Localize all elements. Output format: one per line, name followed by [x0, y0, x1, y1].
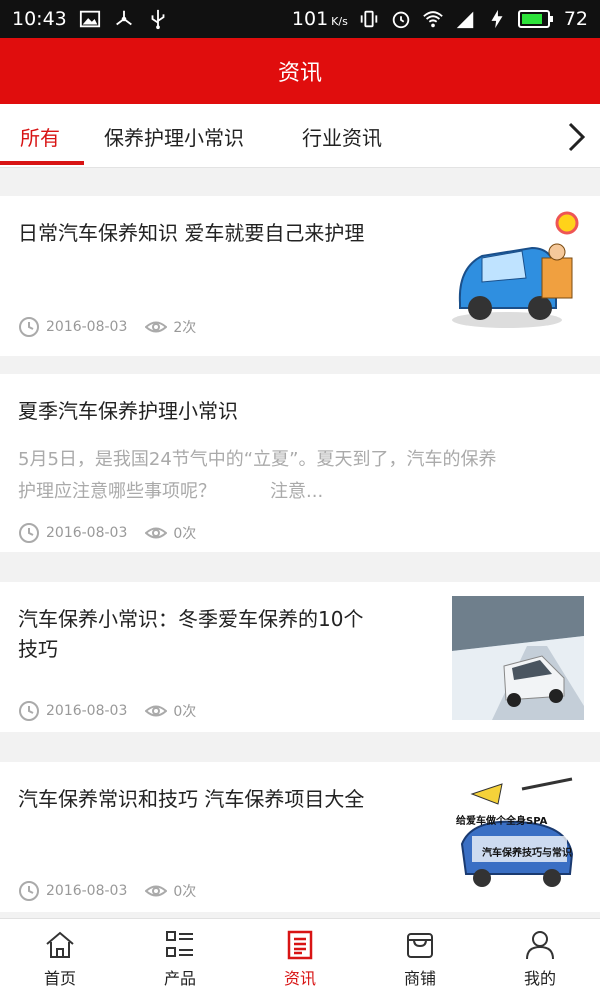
app-screen: 10:43 101 K/s 72 资讯 所有 保养护理小常识 行业资讯 日常汽车…	[0, 0, 600, 1000]
wifi-icon	[423, 11, 443, 28]
nav-me[interactable]: 我的	[480, 919, 600, 1000]
nav-shop[interactable]: 商铺	[360, 919, 480, 1000]
nav-label: 产品	[163, 969, 196, 988]
article-views: 0次	[173, 526, 197, 542]
active-tab-indicator	[0, 161, 84, 165]
nav-label: 首页	[43, 969, 76, 988]
tab-industry-news[interactable]: 行业资讯	[302, 104, 382, 168]
thumb-caption-2: 汽车保养技巧与常识	[482, 846, 572, 859]
article-thumbnail	[452, 596, 584, 720]
signal-icon	[456, 11, 474, 29]
clock-icon	[19, 523, 39, 543]
article-title: 汽车保养小常识：冬季爱车保养的10个 技巧	[18, 607, 364, 661]
page-header: 资讯	[0, 38, 600, 104]
tab-maintenance-tips[interactable]: 保养护理小常识	[104, 104, 244, 168]
share-icon	[115, 10, 132, 26]
article-summary: 5月5日，是我国24节气中的“立夏”。夏天到了，汽车的保养 护理应注意哪些事项呢…	[18, 449, 497, 502]
charging-icon	[491, 9, 503, 29]
clock-icon	[19, 881, 39, 901]
article-date: 2016-08-03	[46, 319, 128, 335]
user-icon	[526, 931, 554, 960]
shop-icon	[407, 933, 433, 958]
battery-level: 72	[563, 8, 588, 30]
bottom-nav: 首页 产品 资讯 商铺 我的	[0, 918, 600, 1000]
article-date: 2016-08-03	[46, 525, 128, 541]
clock-icon	[19, 317, 39, 337]
nav-products[interactable]: 产品	[120, 919, 240, 1000]
home-icon	[46, 931, 74, 958]
eye-icon	[145, 527, 168, 539]
status-bar: 10:43 101 K/s 72	[0, 0, 600, 38]
nav-news[interactable]: 资讯	[240, 919, 360, 1000]
article-thumbnail: 给爱车做个全身SPA 汽车保养技巧与常识	[452, 774, 584, 898]
clock-icon	[19, 701, 39, 721]
article-card[interactable]: 夏季汽车保养护理小常识 5月5日，是我国24节气中的“立夏”。夏天到了，汽车的保…	[0, 374, 600, 552]
article-date: 2016-08-03	[46, 883, 128, 899]
news-icon	[287, 930, 313, 960]
eye-icon	[145, 321, 168, 333]
article-meta: 2016-08-03 0次	[18, 700, 196, 722]
battery-icon	[517, 10, 553, 28]
eye-icon	[145, 705, 168, 717]
alarm-icon	[392, 11, 410, 29]
article-meta: 2016-08-03 0次	[18, 880, 196, 902]
nav-home[interactable]: 首页	[0, 919, 120, 1000]
article-title: 夏季汽车保养护理小常识	[18, 399, 238, 423]
article-title: 汽车保养常识和技巧 汽车保养项目大全	[18, 787, 365, 811]
usb-icon	[151, 9, 165, 30]
article-views: 0次	[173, 704, 197, 720]
status-time: 10:43	[12, 8, 67, 30]
article-card[interactable]: 日常汽车保养知识 爱车就要自己来护理 2016-08-03 2次	[0, 196, 600, 356]
thumb-caption-1: 给爱车做个全身SPA	[456, 814, 548, 827]
article-date: 2016-08-03	[46, 703, 128, 719]
article-views: 2次	[173, 320, 197, 336]
article-card[interactable]: 汽车保养小常识：冬季爱车保养的10个 技巧 2016-08-03 0次	[0, 582, 600, 732]
article-meta: 2016-08-03 2次	[18, 316, 196, 338]
list-icon	[166, 931, 193, 957]
article-thumbnail	[452, 208, 584, 332]
category-tabs: 所有 保养护理小常识 行业资讯	[0, 104, 600, 168]
eye-icon	[145, 885, 168, 897]
page-title: 资讯	[277, 61, 322, 86]
gallery-icon	[79, 10, 100, 28]
nav-label: 我的	[523, 969, 556, 988]
network-speed: 101 K/s	[291, 8, 348, 30]
chevron-right-icon[interactable]	[562, 120, 590, 154]
nav-label: 资讯	[283, 969, 316, 988]
article-card[interactable]: 汽车保养常识和技巧 汽车保养项目大全 2016-08-03 0次 给爱车做个全身…	[0, 762, 600, 912]
article-title: 日常汽车保养知识 爱车就要自己来护理	[18, 221, 365, 245]
nav-label: 商铺	[403, 969, 436, 988]
article-meta: 2016-08-03 0次	[18, 522, 196, 544]
tab-all[interactable]: 所有	[20, 104, 60, 168]
vibrate-icon	[360, 10, 378, 28]
article-views: 0次	[173, 884, 197, 900]
